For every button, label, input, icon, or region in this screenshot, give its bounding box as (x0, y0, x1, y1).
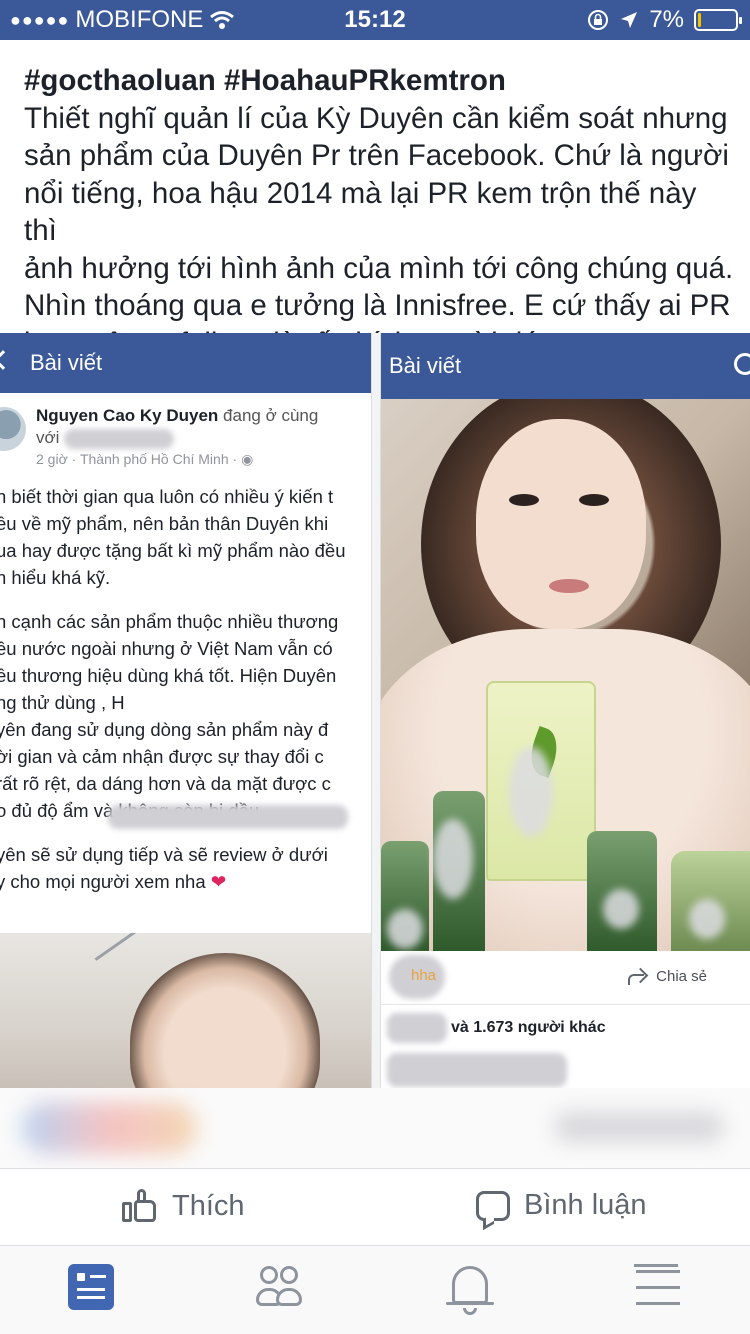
battery-level (698, 13, 701, 27)
blurred-brand (108, 805, 348, 829)
left-paragraph-3-text: yên sẽ sử dụng tiếp và sẽ review ở dưới … (0, 844, 328, 892)
left-header-title: Bài viết (30, 350, 103, 375)
left-post-text: n biết thời gian qua luôn có nhiều ý kiế… (0, 483, 371, 912)
blurred-reactions-bar (0, 1088, 750, 1168)
blurred-tag (64, 428, 175, 449)
thumbs-up-icon (122, 1189, 158, 1223)
like-label: Thích (172, 1189, 245, 1222)
post-image-collage[interactable]: Bài viết Nguyen Cao Ky Duyen đang ở cùng… (0, 333, 750, 1088)
post-meta: 2 giờ · Thành phố Hồ Chí Minh · ◉ (36, 451, 254, 467)
globe-icon: ◉ (241, 451, 254, 467)
news-feed-icon (68, 1264, 114, 1310)
post-time: 2 giờ (36, 451, 68, 467)
avatar (0, 407, 26, 451)
left-screenshot[interactable]: Bài viết Nguyen Cao Ky Duyen đang ở cùng… (0, 333, 372, 1088)
left-screenshot-header: Bài viết (0, 333, 371, 393)
author-suffix: đang ở cùng (218, 406, 319, 425)
location-arrow-icon (621, 12, 638, 28)
right-action-bar: hha Chia sẻ (381, 951, 750, 1005)
heart-icon: ❤ (210, 871, 227, 892)
status-right: 7% (587, 6, 742, 34)
reactions-summary: và 1.673 người khác (381, 1013, 750, 1043)
post-body-text: Thiết nghĩ quản lí của Kỳ Duyên cần kiểm… (24, 101, 734, 360)
like-button[interactable]: Thích (122, 1189, 245, 1223)
left-author-block: Nguyen Cao Ky Duyen đang ở cùng với 2 gi… (0, 393, 371, 473)
status-bar: ●●●●● MOBIFONE 15:12 7% (0, 0, 750, 40)
tab-menu[interactable] (632, 1264, 684, 1316)
search-icon (734, 353, 750, 375)
author-name: Nguyen Cao Ky Duyen (36, 406, 219, 425)
tab-notifications[interactable] (446, 1264, 498, 1316)
rotation-lock-icon (588, 10, 609, 30)
left-paragraph-2: n cạnh các sản phẩm thuộc nhiều thương ề… (0, 611, 339, 821)
share-button: Chia sẻ (626, 967, 707, 985)
product-photo (381, 399, 750, 951)
tab-friends[interactable] (254, 1264, 306, 1316)
right-header-title: Bài viết (389, 353, 462, 378)
comment-button[interactable]: Bình luận (476, 1189, 647, 1222)
with-label: với (36, 428, 60, 447)
battery-icon (694, 9, 742, 31)
left-post-photo (0, 933, 371, 1088)
menu-icon (634, 1264, 680, 1305)
right-screenshot-header: Bài viết (381, 333, 750, 399)
right-screenshot[interactable]: Bài viết hha Chia sẻ và 1.673 người khác (380, 333, 750, 1088)
back-arrow-icon (0, 350, 13, 370)
battery-percent: 7% (649, 6, 684, 33)
comment-label: Bình luận (524, 1189, 647, 1221)
reactions-text: và 1.673 người khác (451, 1019, 606, 1036)
bottom-tab-bar (0, 1246, 750, 1334)
post-caption: #gocthaoluan #HoahauPRkemtron Thiết nghĩ… (24, 62, 734, 362)
post-action-row: Thích Bình luận (0, 1168, 750, 1246)
post-hashtags[interactable]: #gocthaoluan #HoahauPRkemtron (24, 62, 734, 100)
share-label: Chia sẻ (656, 967, 707, 985)
comment-bubble-icon (476, 1190, 510, 1221)
tab-news-feed[interactable] (68, 1264, 120, 1316)
left-paragraph-1: n biết thời gian qua luôn có nhiều ý kiế… (0, 486, 346, 588)
post-location: Thành phố Hồ Chí Minh (79, 451, 229, 467)
left-paragraph-3: yên sẽ sử dụng tiếp và sẽ review ở dưới … (0, 841, 371, 895)
author-line: Nguyen Cao Ky Duyen đang ở cùng với (36, 405, 366, 449)
right-like-partial: hha (411, 967, 437, 984)
share-icon (626, 967, 648, 985)
